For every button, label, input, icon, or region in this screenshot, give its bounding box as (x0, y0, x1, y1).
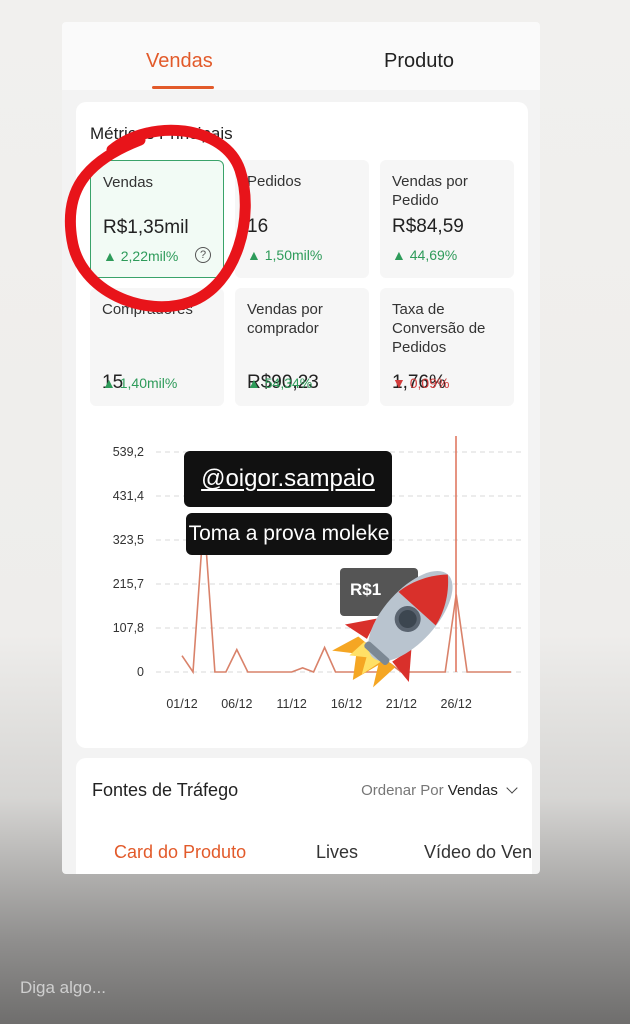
metric-card-vendas-por-pedido[interactable]: Vendas por Pedido R$84,59 ▲ 44,69% (380, 160, 514, 278)
x-tick-label: 11/12 (276, 697, 306, 711)
tab-vendas[interactable]: Vendas (146, 50, 213, 73)
y-tick-label: 0 (137, 665, 144, 679)
arrow-up-icon: ▲ (103, 248, 117, 264)
traffic-title: Fontes de Tráfego (92, 780, 239, 800)
metric-label: Vendas por Pedido (392, 173, 468, 209)
arrow-up-icon: ▲ (392, 247, 406, 263)
metric-card-vendas[interactable]: Vendas R$1,35mil ▲ 2,22mil% ? (90, 160, 224, 278)
y-tick-label: 323,5 (113, 533, 144, 547)
metric-label: Taxa de Conversão de Pedidos (392, 301, 486, 356)
arrow-down-icon: ▼ (392, 375, 406, 391)
tab-produto[interactable]: Produto (384, 50, 454, 73)
top-tab-bar: Vendas Produto (62, 22, 540, 90)
metric-change: ▲ 2,22mil% (103, 248, 179, 264)
arrow-up-icon: ▲ (247, 247, 261, 263)
metric-label: Compradores (102, 301, 193, 318)
metric-card-taxa-conversao[interactable]: Taxa de Conversão de Pedidos 1,76% ▼ 0,0… (380, 288, 514, 406)
metric-change: ▲ 54,34% (247, 375, 313, 391)
metric-change: ▲ 1,50mil% (247, 247, 323, 263)
y-tick-label: 215,7 (113, 577, 144, 591)
caption-sticker: Toma a prova moleke (186, 513, 392, 555)
metric-change: ▼ 0,09% (392, 375, 450, 391)
help-icon[interactable]: ? (195, 247, 211, 263)
metric-value: 16 (247, 216, 269, 237)
handle-sticker[interactable]: @oigor.sampaio (184, 451, 392, 507)
metric-card-vendas-por-comprador[interactable]: Vendas por comprador R$90,23 ▲ 54,34% (235, 288, 369, 406)
section-title: Métricas Principais (90, 124, 233, 143)
metric-card-pedidos[interactable]: Pedidos 16 ▲ 1,50mil% (235, 160, 369, 278)
y-tick-label: 539,2 (113, 445, 144, 459)
traffic-tab-video[interactable]: Vídeo do Ven (424, 842, 532, 863)
metric-label: Vendas por comprador (247, 301, 323, 337)
metric-card-compradores[interactable]: Compradores 15 ▲ 1,40mil% (90, 288, 224, 406)
y-tick-label: 107,8 (113, 621, 144, 635)
traffic-tab-lives[interactable]: Lives (316, 842, 358, 863)
traffic-tab-card-produto[interactable]: Card do Produto (114, 842, 246, 863)
arrow-up-icon: ▲ (247, 375, 261, 391)
metric-label: Pedidos (247, 173, 302, 190)
metric-value: R$84,59 (392, 216, 464, 237)
metric-value: R$1,35mil (103, 217, 189, 238)
sort-label: Ordenar Por (361, 782, 444, 799)
y-tick-label: 431,4 (113, 489, 144, 503)
x-tick-label: 01/12 (166, 697, 197, 711)
active-tab-indicator (152, 86, 214, 89)
chevron-down-icon (506, 782, 518, 794)
metric-change: ▲ 1,40mil% (102, 375, 178, 391)
traffic-sources-card: Fontes de Tráfego Ordenar Por Vendas Car… (76, 758, 532, 874)
rocket-icon (332, 570, 453, 688)
sort-dropdown[interactable]: Ordenar Por Vendas (361, 782, 518, 799)
sort-value: Vendas (447, 782, 498, 799)
metric-change: ▲ 44,69% (392, 247, 458, 263)
app-screen: Vendas Produto Métricas Principais Venda… (62, 22, 540, 874)
reply-input[interactable]: Diga algo... (20, 978, 106, 998)
arrow-up-icon: ▲ (102, 375, 116, 391)
x-tick-label: 06/12 (221, 697, 252, 711)
metric-label: Vendas (103, 174, 154, 191)
